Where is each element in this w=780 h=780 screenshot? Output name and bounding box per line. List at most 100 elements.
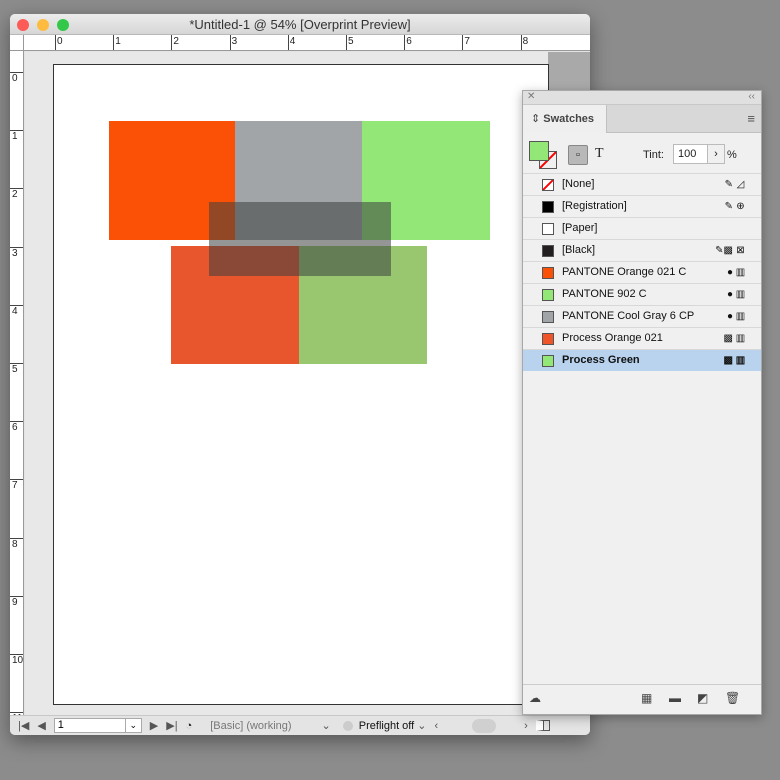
horizontal-scroll-thumb[interactable]: [472, 718, 497, 733]
ruler-label: 8: [12, 538, 18, 550]
split-layout-icon[interactable]: [535, 720, 550, 731]
vertical-ruler[interactable]: 01234567891011: [10, 35, 24, 724]
swatches-panel: ✕ ‹‹ ⇕ Swatches ≡ ▫ T Tint: 100 › % [None…: [522, 90, 762, 715]
swatch-type-icon: ✎: [724, 179, 733, 190]
ruler-label: 0: [12, 73, 18, 84]
swatch-color-chip: [542, 201, 554, 213]
ruler-label: 5: [348, 36, 354, 47]
color-mode-icon: ⊕: [736, 201, 745, 212]
color-mode-icon: ⊠: [736, 245, 745, 256]
style-dropdown[interactable]: [Basic] (working): [210, 720, 291, 732]
swatch-name: [Paper]: [562, 222, 598, 234]
ruler-label: 6: [12, 422, 18, 434]
swatch-row[interactable]: Process Orange 021 ▩ ▥: [523, 327, 761, 349]
ruler-label: 1: [12, 131, 18, 143]
swatch-type-icon: ●: [726, 267, 733, 278]
swatch-type-icon: ✎▩: [715, 245, 733, 256]
delete-swatch-icon[interactable]: 🗑: [725, 691, 740, 705]
swatch-type-icon: ▩: [723, 355, 733, 366]
swatch-row[interactable]: [None] ✎ ◿: [523, 173, 761, 195]
container-formatting-button[interactable]: ▫: [568, 145, 588, 165]
color-mode-icon: ▥: [735, 355, 746, 366]
ruler-label: 1: [115, 36, 121, 47]
swatch-type-icon: ✎: [724, 201, 733, 212]
preflight-menu[interactable]: Preflight off: [359, 720, 414, 732]
show-swatches-icon[interactable]: ▦: [641, 691, 652, 705]
ruler-label: 7: [12, 480, 18, 492]
swatch-type-icon: ●: [726, 311, 733, 322]
chevron-down-icon: ⌄: [124, 719, 141, 732]
panel-menu-icon[interactable]: ≡: [747, 111, 755, 126]
page: [53, 64, 549, 705]
color-mode-icon: ▥: [735, 311, 746, 322]
horizontal-ruler[interactable]: 0 1 2 3 4 5 6 7 8: [24, 35, 590, 51]
pasteboard: [25, 52, 590, 715]
first-page-icon[interactable]: |◀: [18, 719, 29, 732]
ruler-label: 8: [522, 36, 529, 47]
ruler-label: 4: [289, 36, 296, 47]
swatch-name: [Black]: [562, 244, 596, 256]
swatch-name: PANTONE 902 C: [562, 288, 647, 300]
fill-swatch[interactable]: [529, 141, 549, 161]
swatch-color-chip: [542, 267, 554, 279]
preflight-status-icon: [342, 720, 353, 731]
new-group-icon[interactable]: ▬: [669, 691, 681, 705]
chevron-down-icon[interactable]: ⌄: [417, 719, 426, 732]
ruler-label: 4: [12, 305, 18, 317]
ruler-label: 3: [231, 36, 238, 47]
swatch-name: Process Green: [562, 354, 640, 366]
close-panel-icon[interactable]: ✕: [527, 91, 535, 102]
prev-page-icon[interactable]: ◀: [37, 719, 45, 732]
document-window: *Untitled-1 @ 54% [Overprint Preview] 0 1…: [10, 14, 590, 735]
tab-swatches[interactable]: ⇕ Swatches: [523, 105, 607, 133]
swatch-name: Process Orange 021: [562, 332, 663, 344]
tint-percent: %: [727, 149, 737, 161]
page-number-field[interactable]: 1 ⌄: [53, 718, 142, 733]
swatch-type-icon: ●: [726, 289, 733, 300]
swatch-row[interactable]: PANTONE Cool Gray 6 CP ● ▥: [523, 305, 761, 327]
color-mode-icon: ▥: [735, 267, 746, 278]
ruler-label: 10: [12, 655, 24, 666]
ruler-label: 2: [173, 36, 179, 47]
collapse-panel-icon[interactable]: ‹‹: [748, 91, 755, 102]
tint-input[interactable]: 100: [673, 144, 708, 164]
rect-transparent-overlay[interactable]: [209, 202, 391, 276]
cc-library-icon[interactable]: ☁: [529, 691, 541, 705]
swatch-row[interactable]: PANTONE Orange 021 C ● ▥: [523, 261, 761, 283]
scroll-left-icon[interactable]: ‹: [434, 720, 438, 732]
last-page-icon[interactable]: ▶|: [166, 719, 177, 732]
minimize-button[interactable]: [37, 19, 49, 31]
ruler-label: 6: [406, 36, 412, 47]
swatch-name: [Registration]: [562, 200, 627, 212]
swatch-color-chip: [542, 245, 554, 257]
swatch-color-chip: [542, 333, 554, 345]
swatch-row[interactable]: [Paper]: [523, 217, 761, 239]
swatch-name: [None]: [562, 178, 595, 190]
ruler-origin[interactable]: [10, 35, 24, 51]
swatch-row[interactable]: Process Green ▩ ▥: [523, 349, 761, 371]
tint-slider-button[interactable]: ›: [707, 144, 725, 164]
swatch-type-icon: [703, 223, 733, 234]
swatch-row[interactable]: PANTONE 902 C ● ▥: [523, 283, 761, 305]
scroll-right-icon[interactable]: ›: [524, 720, 528, 732]
next-page-icon[interactable]: ▶: [150, 719, 158, 732]
color-mode-icon: ▥: [735, 333, 746, 344]
color-mode-icon: [735, 223, 746, 234]
chevron-down-icon[interactable]: ⌄: [322, 719, 331, 732]
ruler-label: 2: [12, 189, 18, 201]
close-button[interactable]: [17, 19, 29, 31]
ruler-label: 5: [12, 364, 18, 375]
ruler-label: 9: [12, 596, 18, 608]
open-page-icon[interactable]: ◔: [186, 720, 193, 732]
swatch-color-chip: [542, 223, 554, 235]
text-formatting-button[interactable]: T: [595, 146, 604, 162]
color-mode-icon: ▥: [735, 289, 746, 300]
zoom-button[interactable]: [57, 19, 69, 31]
new-swatch-icon[interactable]: ◩: [697, 691, 708, 705]
swatch-row[interactable]: [Black] ✎▩ ⊠: [523, 239, 761, 261]
swatch-row[interactable]: [Registration] ✎ ⊕: [523, 195, 761, 217]
ruler-label: 7: [464, 36, 470, 47]
swatch-color-chip: [542, 355, 554, 367]
tint-label: Tint:: [643, 149, 664, 161]
swatch-name: PANTONE Orange 021 C: [562, 266, 687, 278]
